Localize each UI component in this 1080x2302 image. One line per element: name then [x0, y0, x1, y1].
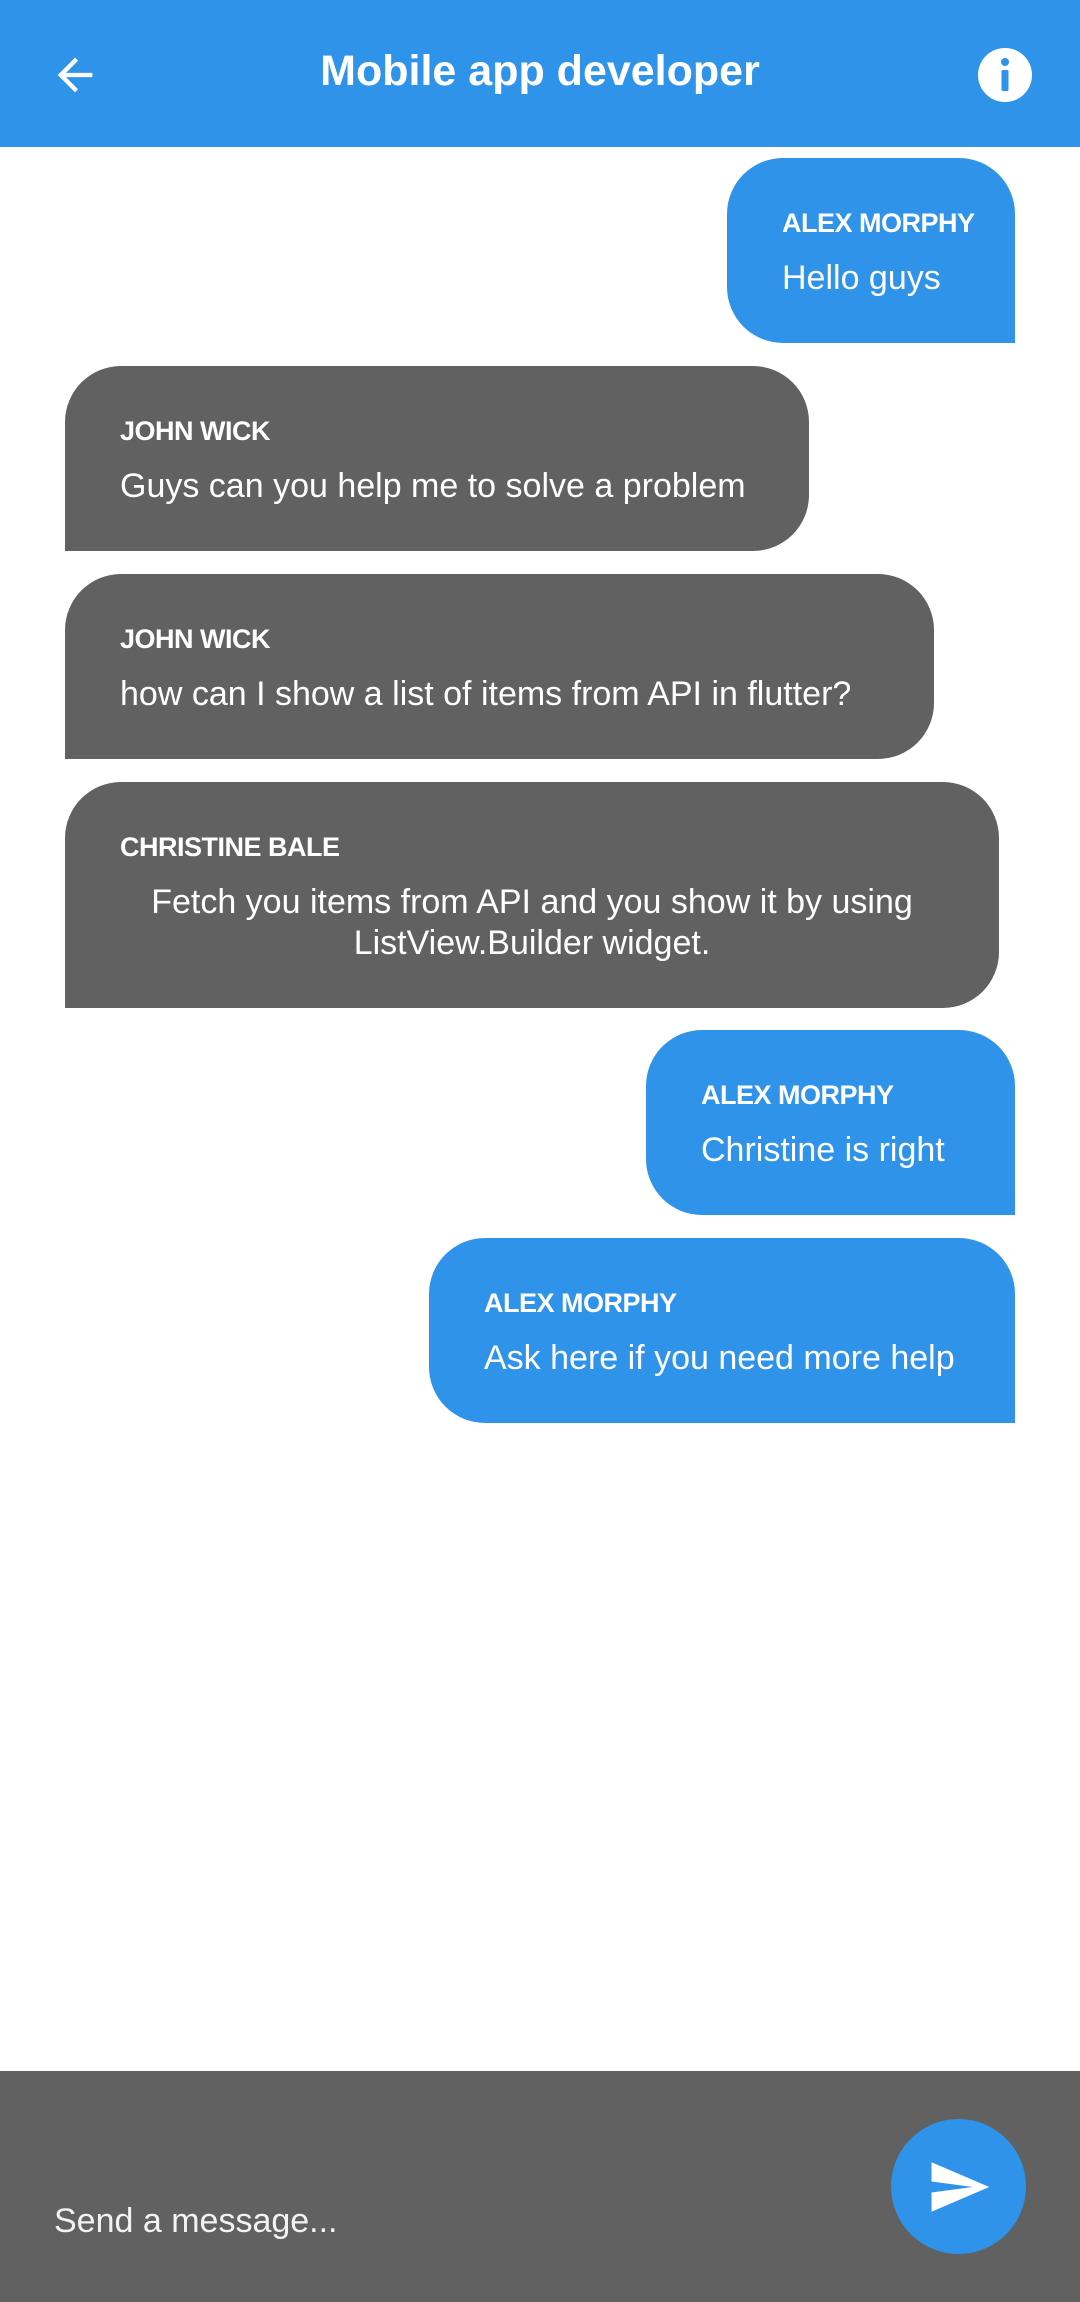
- message-text: Fetch you items from API and you show it…: [151, 883, 913, 962]
- info-button[interactable]: [960, 30, 1050, 120]
- page-title: Mobile app developer: [320, 47, 760, 95]
- message-bubble[interactable]: JOHN WICK Guys can you help me to solve …: [65, 366, 809, 551]
- message-sender: CHRISTINE BALE: [120, 832, 340, 862]
- message-text: Christine is right: [701, 1131, 945, 1169]
- message-text: Ask here if you need more help: [484, 1339, 955, 1377]
- message-sender: ALEX MORPHY: [484, 1288, 677, 1318]
- message-sender: ALEX MORPHY: [782, 208, 975, 238]
- message-composer: [0, 2071, 1080, 2302]
- message-input[interactable]: [54, 2186, 854, 2256]
- message-bubble[interactable]: JOHN WICK how can I show a list of items…: [65, 574, 934, 759]
- message-bubble[interactable]: CHRISTINE BALE Fetch you items from API …: [65, 782, 999, 1008]
- message-sender: JOHN WICK: [120, 624, 271, 654]
- send-button[interactable]: [891, 2119, 1026, 2254]
- info-icon: [978, 48, 1032, 102]
- message-text: Hello guys: [782, 259, 941, 297]
- message-bubble[interactable]: ALEX MORPHY Hello guys: [727, 158, 1015, 343]
- message-text: Guys can you help me to solve a problem: [120, 467, 746, 505]
- chat-screen: Mobile app developer ALEX MORPHY Hello g…: [0, 0, 1080, 2302]
- send-icon: [931, 2161, 989, 2212]
- back-button[interactable]: [30, 30, 120, 120]
- app-bar: Mobile app developer: [0, 0, 1080, 147]
- message-sender: JOHN WICK: [120, 416, 271, 446]
- message-sender: ALEX MORPHY: [701, 1080, 894, 1110]
- message-bubble[interactable]: ALEX MORPHY Christine is right: [646, 1030, 1015, 1215]
- message-text: how can I show a list of items from API …: [120, 675, 852, 713]
- message-bubble[interactable]: ALEX MORPHY Ask here if you need more he…: [429, 1238, 1015, 1423]
- arrow-left-icon: [57, 57, 93, 93]
